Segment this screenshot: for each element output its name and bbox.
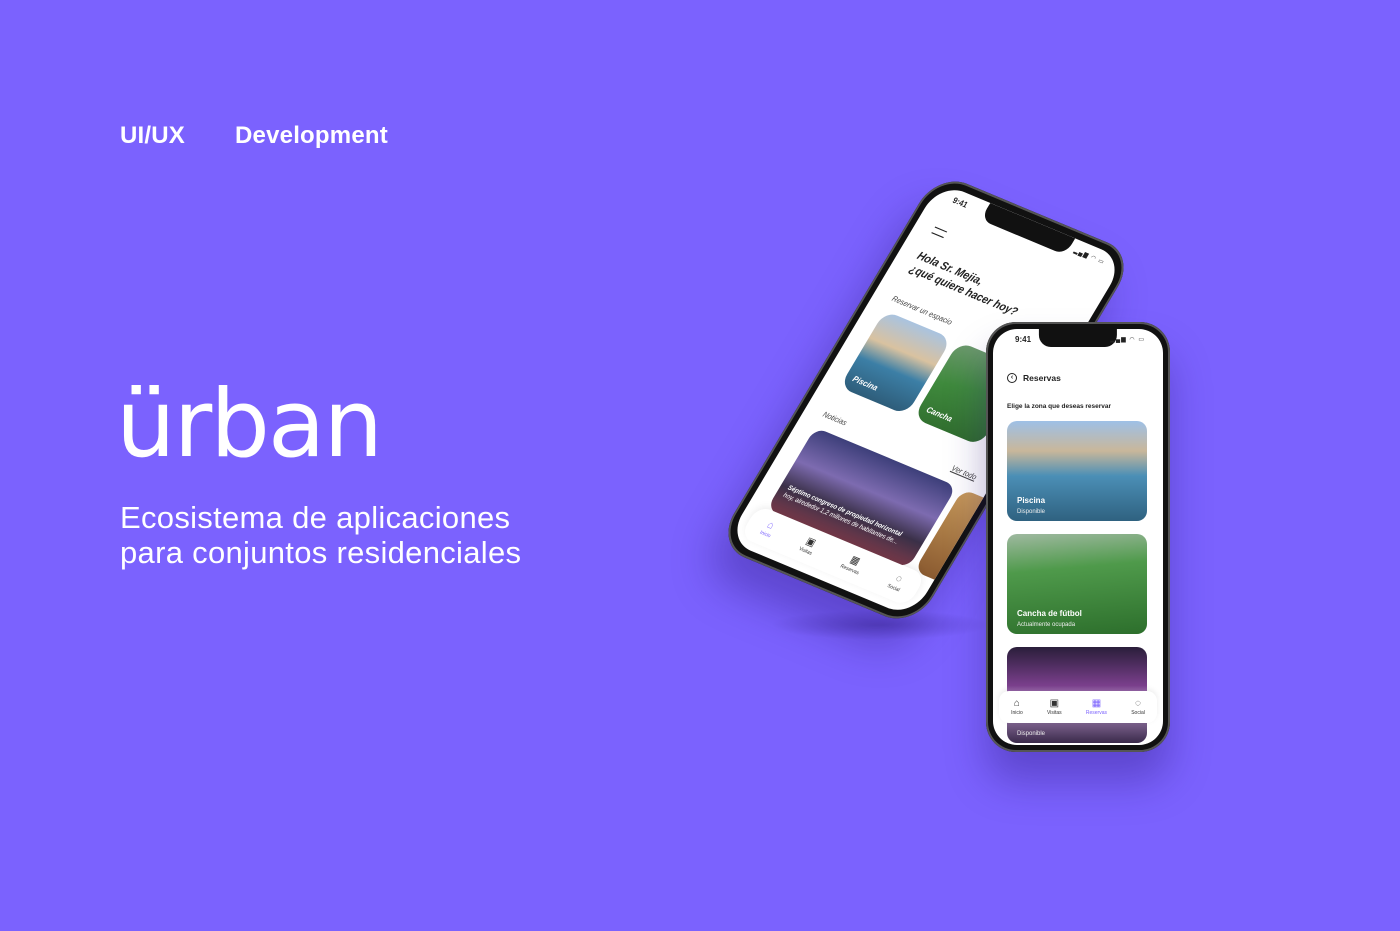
brand-logo: ürban	[116, 370, 383, 479]
tab-visitas[interactable]: ▣ Visitas	[797, 535, 820, 557]
tab-label: Social	[1131, 710, 1145, 716]
tab-social[interactable]: ◌ Social	[1131, 698, 1145, 716]
tab-inicio[interactable]: ⌂ Inicio	[1011, 698, 1023, 716]
tab-label: Visitas	[1047, 710, 1062, 716]
tab-label: Reservas	[1085, 710, 1107, 716]
phone-notch	[1038, 329, 1118, 347]
tab-reservas[interactable]: ▦ Reservas	[839, 552, 867, 576]
back-icon[interactable]: ‹	[1007, 373, 1017, 383]
zone-name: Cancha de fútbol	[1017, 609, 1082, 618]
calendar-icon: ▣	[1049, 698, 1060, 709]
see-all-link[interactable]: Ver todo	[950, 463, 979, 481]
tab-reservas[interactable]: ▦ Reservas	[1086, 698, 1107, 716]
phone-shadow	[770, 610, 990, 640]
field-icon: ▦	[1091, 698, 1102, 709]
tag-uiux: UI/UX	[120, 122, 186, 149]
zone-card-field[interactable]: Cancha de fútbol Actualmente ocupada	[1007, 534, 1147, 634]
space-card-label: Piscina	[850, 374, 880, 393]
reservas-screen: 9:41 ▂▄▆ ◠ ▭ ‹ Reservas Elige la zona qu…	[993, 329, 1163, 745]
tab-visitas[interactable]: ▣ Visitas	[1047, 698, 1062, 716]
tagline-line-1: Ecosistema de aplicaciones	[120, 500, 511, 535]
status-icons: ▂▄▆ ◠ ▭	[1110, 337, 1145, 343]
chat-icon: ◌	[1135, 698, 1141, 709]
category-tags: UI/UX Development	[120, 122, 388, 150]
tagline-line-2: para conjuntos residenciales	[120, 535, 522, 570]
tab-social[interactable]: ◌ Social	[886, 572, 908, 593]
zone-name: Piscina	[1017, 496, 1046, 505]
tagline: Ecosistema de aplicaciones para conjunto…	[120, 500, 560, 570]
news-section-label: Noticias	[821, 409, 849, 428]
zone-status: Actualmente ocupada	[1017, 622, 1076, 628]
status-time: 9:41	[1015, 335, 1032, 344]
menu-icon[interactable]	[931, 226, 948, 239]
zone-status: Disponible	[1017, 731, 1046, 737]
zone-status: Disponible	[1017, 509, 1046, 515]
bottom-tab-bar: ⌂ Inicio ▣ Visitas ▦ Reservas ◌ Social	[999, 691, 1157, 723]
status-time: 9:41	[950, 195, 970, 210]
tag-development: Development	[235, 122, 388, 149]
home-icon: ⌂	[1013, 698, 1020, 709]
space-card-label: Cancha	[924, 404, 955, 424]
phone-reservas-mockup: 9:41 ▂▄▆ ◠ ▭ ‹ Reservas Elige la zona qu…	[986, 322, 1170, 752]
page-title: Reservas	[1023, 373, 1061, 383]
status-icons: ▂▄▆ ◠ ▭	[1072, 248, 1106, 267]
zone-card-pool[interactable]: Piscina Disponible	[1007, 421, 1147, 521]
tab-inicio[interactable]: ⌂ Inicio	[758, 518, 778, 539]
tab-label: Inicio	[1011, 710, 1023, 716]
header: ‹ Reservas	[1007, 373, 1061, 383]
phone-notch	[980, 202, 1076, 256]
choose-zone-label: Elige la zona que deseas reservar	[1007, 403, 1112, 410]
